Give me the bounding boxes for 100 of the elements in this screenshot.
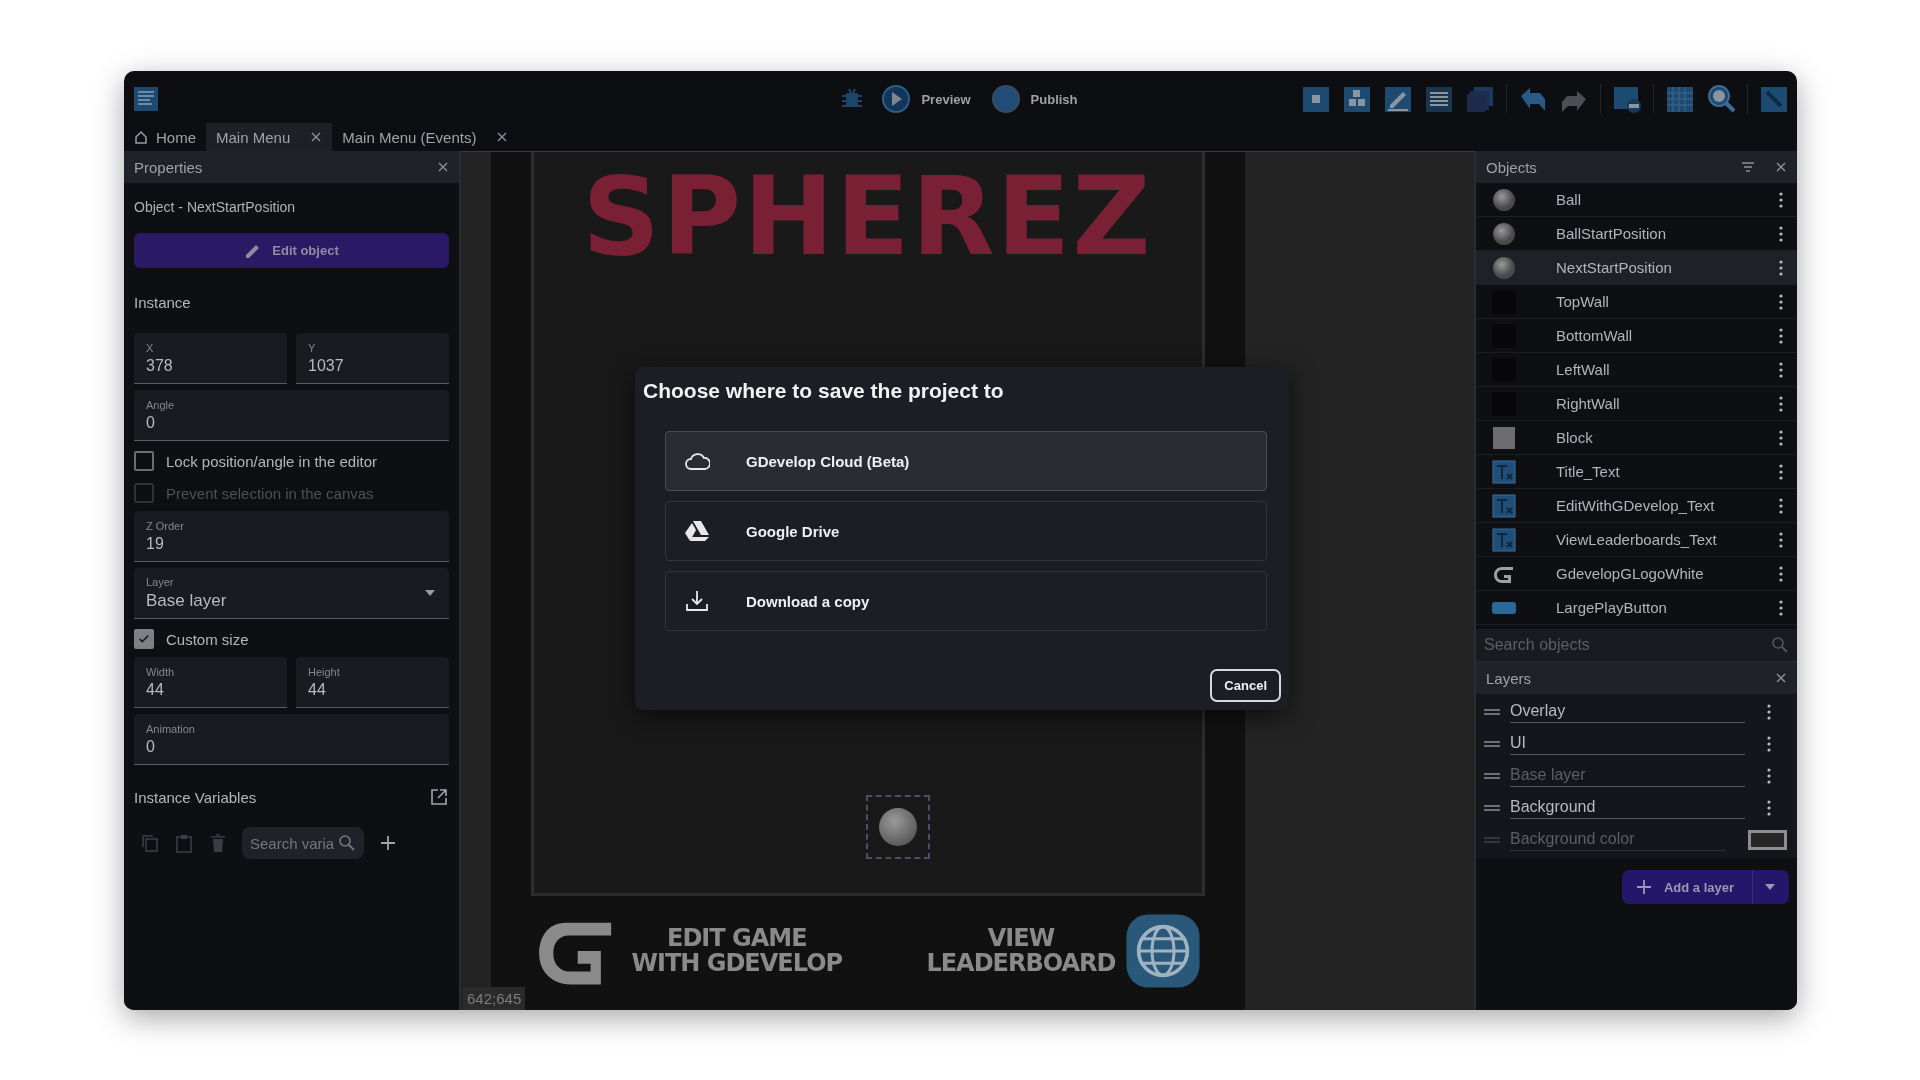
cube-icon[interactable] <box>1301 84 1331 114</box>
close-icon[interactable] <box>1775 161 1787 173</box>
object-list-item[interactable]: NextStartPosition <box>1476 251 1797 285</box>
number-field[interactable]: Angle 0 <box>134 390 449 441</box>
filter-icon[interactable] <box>1741 160 1755 174</box>
panel-title: Objects <box>1486 158 1537 176</box>
object-list-item[interactable]: EditWithGDevelop_Text <box>1476 489 1797 523</box>
search-icon[interactable] <box>1771 636 1789 654</box>
object-list-item[interactable]: TopWall <box>1476 285 1797 319</box>
checkbox-label: Custom size <box>166 630 249 648</box>
layer-select[interactable]: Layer Base layer <box>134 568 449 619</box>
save-option[interactable]: Google Drive <box>665 501 1267 561</box>
object-list-item[interactable]: ViewLeaderboards_Text <box>1476 523 1797 557</box>
number-field[interactable]: Y 1037 <box>296 333 449 384</box>
search-field[interactable]: Search objects <box>1476 629 1797 661</box>
more-icon[interactable] <box>1779 531 1783 548</box>
color-swatch[interactable] <box>1748 830 1787 850</box>
drag-handle-icon[interactable] <box>1484 772 1500 780</box>
check-icon <box>137 632 151 646</box>
more-icon[interactable] <box>1779 225 1783 242</box>
object-list-item[interactable]: GdevelopGLogoWhite <box>1476 557 1797 591</box>
more-icon[interactable] <box>1767 736 1771 752</box>
close-icon[interactable] <box>496 131 509 143</box>
more-icon[interactable] <box>1779 599 1783 616</box>
layer-name-field[interactable]: Overlay <box>1510 701 1745 723</box>
number-field[interactable]: Width 44 <box>134 657 287 708</box>
more-icon[interactable] <box>1767 800 1771 816</box>
cancel-button[interactable]: Cancel <box>1210 669 1281 702</box>
checkbox-label: Prevent selection in the canvas <box>166 484 374 502</box>
more-icon[interactable] <box>1767 768 1771 784</box>
more-icon[interactable] <box>1767 704 1771 720</box>
sphere-icon <box>1492 187 1516 212</box>
search-icon[interactable] <box>338 834 356 852</box>
drag-handle-icon[interactable] <box>1484 708 1500 716</box>
publish-button[interactable]: Publish <box>986 80 1082 118</box>
close-icon[interactable] <box>310 131 323 143</box>
more-icon[interactable] <box>1779 463 1783 480</box>
panel-title: Properties <box>134 158 203 176</box>
more-icon[interactable] <box>1779 565 1783 582</box>
search-field[interactable]: Search varia <box>242 827 364 859</box>
leaderboard-label[interactable]: VIEW LEADERBOARD <box>926 925 1116 977</box>
clipboard-icon[interactable] <box>174 833 194 853</box>
object-list-item[interactable]: BottomWall <box>1476 319 1797 353</box>
background-color-label: Background color <box>1510 829 1727 851</box>
pencil-icon[interactable] <box>1383 84 1413 114</box>
download-icon <box>684 588 710 614</box>
more-icon[interactable] <box>1779 191 1783 208</box>
layer-name-field[interactable]: UI <box>1510 733 1745 755</box>
close-icon[interactable] <box>1775 672 1787 684</box>
close-icon[interactable] <box>437 161 449 173</box>
object-list-item[interactable]: Block <box>1476 421 1797 455</box>
drag-handle-icon[interactable] <box>1484 740 1500 748</box>
open-external-icon[interactable] <box>429 787 449 807</box>
object-list-item[interactable]: Title_Text <box>1476 455 1797 489</box>
text-object-icon <box>1492 527 1516 552</box>
text-object-icon <box>1492 459 1516 484</box>
cubes-icon[interactable] <box>1342 84 1372 114</box>
object-list-item[interactable]: LeftWall <box>1476 353 1797 387</box>
selection-icon[interactable] <box>1612 84 1642 114</box>
drag-handle-icon[interactable] <box>1484 804 1500 812</box>
add-icon[interactable] <box>378 833 398 853</box>
editor-tab[interactable]: Main Menu <box>206 123 333 151</box>
drag-handle-icon <box>1484 836 1500 844</box>
play-icon[interactable] <box>881 84 912 114</box>
number-field[interactable]: Animation 0 <box>134 714 449 765</box>
sphere-icon <box>1492 221 1516 246</box>
more-icon[interactable] <box>1779 327 1783 344</box>
number-field[interactable]: X 378 <box>134 333 287 384</box>
checkbox[interactable] <box>134 629 154 649</box>
checkbox-label: Lock position/angle in the editor <box>166 452 377 470</box>
checkbox[interactable] <box>134 451 154 471</box>
grid-icon[interactable] <box>1665 84 1695 114</box>
edit-object-button[interactable]: Edit object <box>134 233 449 268</box>
object-list-item[interactable]: LargePlayButton <box>1476 591 1797 625</box>
more-icon[interactable] <box>1779 429 1783 446</box>
number-field[interactable]: Z Order 19 <box>134 511 449 562</box>
cursor-coordinates: 642;645 <box>463 987 526 1010</box>
number-field[interactable]: Height 44 <box>296 657 449 708</box>
more-icon[interactable] <box>1779 361 1783 378</box>
section-heading: Instance Variables <box>134 788 257 806</box>
edit-game-label[interactable]: EDIT GAME WITH GDEVELOP <box>631 925 843 977</box>
list-icon[interactable] <box>1424 84 1454 114</box>
more-icon[interactable] <box>1779 259 1783 276</box>
game-title: SPHEREZ <box>582 158 1153 277</box>
add-layer-button[interactable]: Add a layer <box>1621 870 1789 904</box>
zoom-icon[interactable] <box>1706 84 1736 114</box>
plus-icon <box>1635 879 1652 895</box>
caret-icon[interactable] <box>1765 884 1775 890</box>
editor-tab[interactable]: Main Menu (Events) <box>332 123 519 151</box>
layer-name-field[interactable]: Background <box>1510 797 1745 819</box>
editor-tab[interactable]: Home <box>124 123 206 151</box>
save-option[interactable]: GDevelop Cloud (Beta) <box>665 431 1267 491</box>
object-list-item[interactable]: Ball <box>1476 183 1797 217</box>
save-option[interactable]: Download a copy <box>665 571 1267 631</box>
object-list-item[interactable]: RightWall <box>1476 387 1797 421</box>
sphere-icon <box>1492 255 1516 280</box>
more-icon[interactable] <box>1779 497 1783 514</box>
more-icon[interactable] <box>1779 395 1783 412</box>
more-icon[interactable] <box>1779 293 1783 310</box>
preview-button[interactable]: Preview <box>877 80 975 118</box>
